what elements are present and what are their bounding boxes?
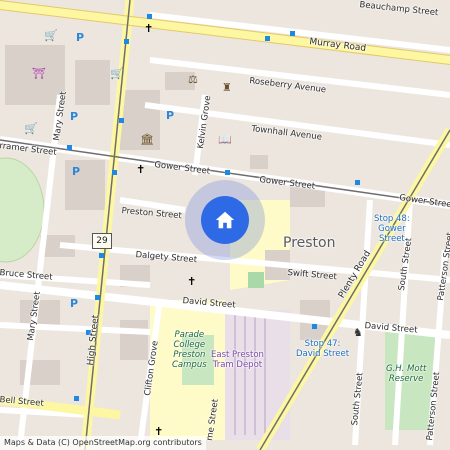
route-shield-29: 29 (92, 233, 112, 249)
courthouse-icon[interactable]: ⚖ (188, 74, 198, 86)
map-attribution: Maps & Data (C) OpenStreetMap.org contri… (0, 436, 206, 450)
place-parade-college[interactable]: Parade College Preston Campus (172, 330, 207, 370)
location-marker[interactable] (201, 196, 249, 244)
parking-icon[interactable]: P (70, 111, 78, 123)
shopping-cart-icon[interactable]: 🛒 (44, 30, 58, 42)
church-icon[interactable]: ✝ (136, 164, 145, 176)
place-east-preston-tram-depot[interactable]: East Preston Tram Depot (211, 350, 264, 370)
parking-icon[interactable]: P (166, 110, 174, 122)
church-icon[interactable]: ✝ (187, 276, 196, 288)
parking-icon[interactable]: P (76, 32, 84, 44)
map-view[interactable]: Beauchamp Street Murray Road Roseberry A… (0, 0, 450, 450)
library-icon[interactable]: 📖 (218, 134, 232, 146)
parking-icon[interactable]: P (70, 298, 78, 310)
church-icon[interactable]: ✝ (144, 23, 153, 35)
theatre-icon[interactable]: ♞ (353, 327, 363, 339)
shopping-cart-icon[interactable]: 🛒 (24, 123, 38, 135)
playground-icon[interactable]: ⛩ (32, 68, 46, 80)
theatre-icon[interactable]: ♜ (222, 82, 232, 94)
place-gh-mott-reserve[interactable]: G.H. Mott Reserve (386, 364, 426, 384)
shopping-cart-icon[interactable]: 🛒 (110, 68, 124, 80)
tram-stop-47-label[interactable]: Stop 47: David Street (296, 339, 349, 359)
home-icon (215, 211, 235, 229)
courthouse-icon[interactable]: 🏛 (140, 134, 154, 146)
tram-stop-48-label[interactable]: Stop 48: Gower Street (374, 214, 410, 244)
suburb-label-preston: Preston (283, 235, 336, 251)
parking-icon[interactable]: P (72, 166, 80, 178)
